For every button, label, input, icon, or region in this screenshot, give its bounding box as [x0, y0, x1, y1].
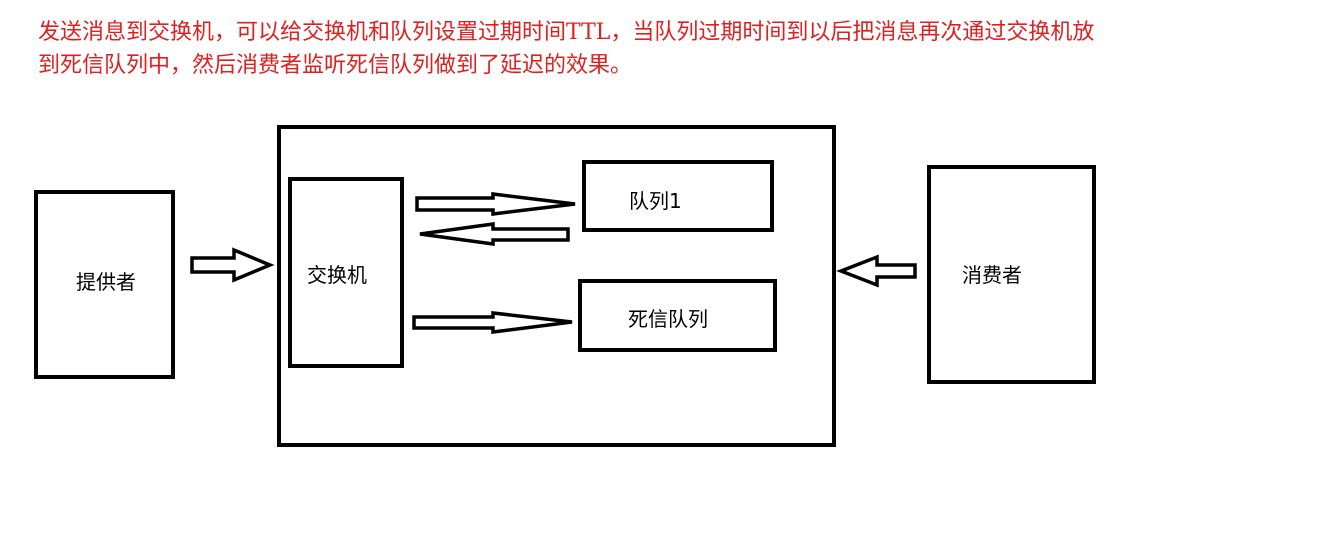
diagram-arrows	[190, 192, 917, 334]
arrow-exchange-to-queue1	[415, 192, 576, 216]
arrow-queue1-to-exchange	[419, 221, 570, 247]
arrow-exchange-to-dead-letter-queue	[412, 311, 573, 334]
arrow-provider-to-exchange	[190, 247, 275, 283]
arrow-consumer-to-broker	[836, 254, 917, 288]
